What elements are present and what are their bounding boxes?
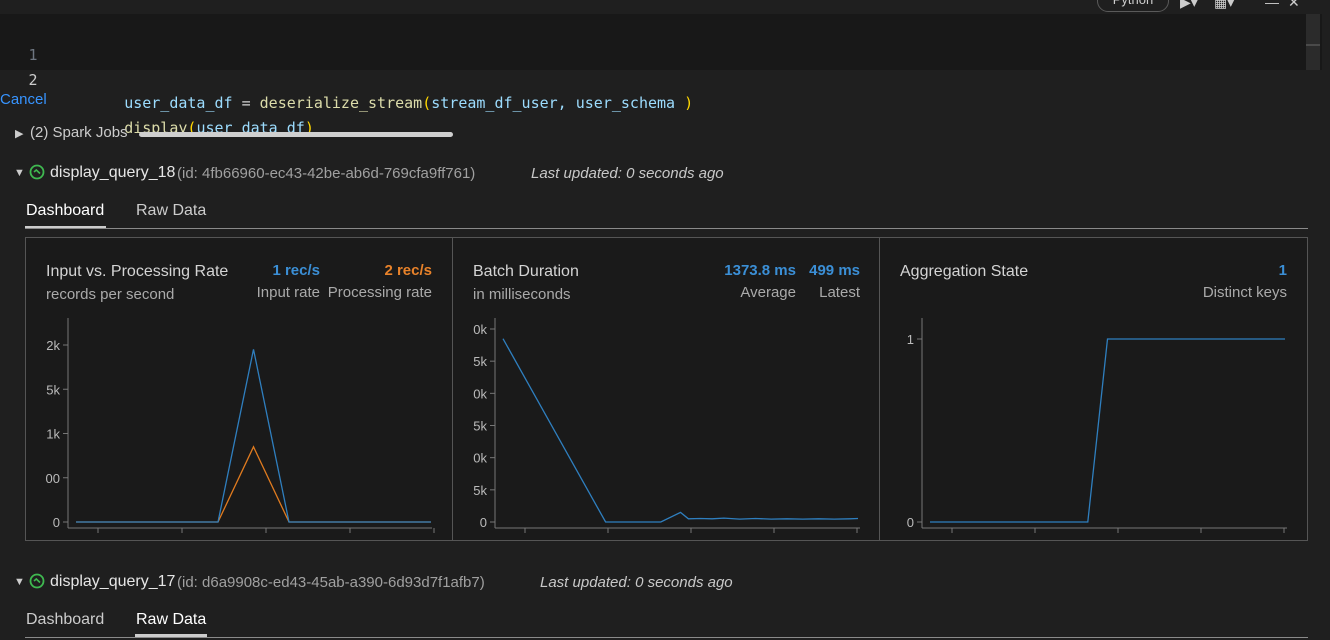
x-tick-label: 15:52 xyxy=(592,539,625,540)
tab-raw-data[interactable]: Raw Data xyxy=(136,202,206,220)
code-line-2[interactable]: 2 display(user_data_df) xyxy=(0,44,1300,137)
x-tick-label: 15:52 xyxy=(1102,539,1135,540)
x-tick-label: 15: xyxy=(1275,539,1293,540)
tab-dashboard[interactable]: Dashboard xyxy=(26,611,104,629)
series-line xyxy=(76,445,431,523)
x-tick-label: 15:52 xyxy=(675,539,708,540)
y-tick-label: 0k xyxy=(473,386,487,401)
x-tick-label: 15:51 xyxy=(936,539,969,540)
x-tick-label: 15: xyxy=(425,539,443,540)
series-line xyxy=(930,338,1285,523)
x-tick-label: 15:51 xyxy=(82,539,115,540)
aggregation-state-chart: 0115:5115:5215:5215:5315:Dec 02 xyxy=(907,318,1293,540)
y-tick-label: 0k xyxy=(473,451,487,466)
query-id: (id: d6a9908c-ed43-45ab-a390-6d93d7f1afb… xyxy=(177,574,485,591)
x-tick-label: 15:52 xyxy=(250,539,283,540)
status-ok-icon xyxy=(29,573,45,589)
line-number: 2 xyxy=(28,71,38,89)
last-updated: Last updated: 0 seconds ago xyxy=(540,574,733,591)
close-icon[interactable]: ✕ xyxy=(1288,0,1300,11)
x-tick-label: 15:52 xyxy=(1019,539,1052,540)
y-tick-label: 00 xyxy=(46,471,60,486)
x-tick-label: 15:53 xyxy=(1185,539,1218,540)
code-token: stream_df_user, user_schema xyxy=(431,94,685,112)
y-tick-label: 0 xyxy=(480,515,487,530)
panel-aggregation-state: Aggregation State 1 Distinct keys 0115:5… xyxy=(879,238,1307,540)
x-tick-label: 15: xyxy=(848,539,866,540)
panel-input-processing-rate: Input vs. Processing Rate records per se… xyxy=(26,238,452,540)
y-tick-label: 1k xyxy=(46,427,60,442)
language-selector[interactable]: Python xyxy=(1097,0,1169,12)
editor-scrollbar[interactable] xyxy=(1306,14,1320,70)
series-line xyxy=(76,349,431,523)
y-tick-label: 1 xyxy=(907,332,914,347)
series-line xyxy=(502,338,859,523)
code-token: ) xyxy=(684,94,694,112)
query-name: display_query_18 xyxy=(50,164,176,181)
query-id: (id: 4fb66960-ec43-42be-ab6d-769cfa9ff76… xyxy=(177,165,476,182)
code-editor[interactable]: 1 user_data_df = deserialize_stream(stre… xyxy=(0,14,1322,137)
last-updated: Last updated: 0 seconds ago xyxy=(531,165,724,182)
dashboard: Input vs. Processing Rate records per se… xyxy=(25,237,1308,541)
y-tick-label: 5k xyxy=(46,382,60,397)
more-icon[interactable]: — xyxy=(1265,0,1279,10)
spark-jobs-progress xyxy=(139,132,453,137)
tab-dashboard[interactable]: Dashboard xyxy=(26,202,104,220)
code-line-1[interactable]: 1 user_data_df = deserialize_stream(stre… xyxy=(0,19,1300,112)
x-tick-label: 15:52 xyxy=(166,539,199,540)
chart-icon[interactable]: ▦▾ xyxy=(1214,0,1234,11)
expand-caret-icon[interactable]: ▶ xyxy=(15,127,23,140)
cancel-link[interactable]: Cancel xyxy=(0,91,47,108)
y-tick-label: 0 xyxy=(907,515,914,530)
y-tick-label: 0k xyxy=(473,322,487,337)
x-tick-label: 15:51 xyxy=(509,539,542,540)
query-name: display_query_17 xyxy=(50,573,176,590)
x-tick-label: 15:53 xyxy=(758,539,791,540)
y-tick-label: 5k xyxy=(473,419,487,434)
y-tick-label: 0 xyxy=(53,515,60,530)
run-icon[interactable]: ▶▾ xyxy=(1180,0,1198,11)
tabs-divider xyxy=(25,637,1308,638)
code-token: ( xyxy=(422,94,432,112)
tab-raw-data[interactable]: Raw Data xyxy=(136,611,206,629)
tabs-divider xyxy=(25,228,1308,229)
status-ok-icon xyxy=(29,164,45,180)
y-tick-label: 2k xyxy=(46,338,60,353)
batch-duration-chart: 05k0k5k0k5k0k15:5115:5215:5215:5315:Dec … xyxy=(473,318,866,540)
y-tick-label: 5k xyxy=(473,354,487,369)
collapse-caret-icon[interactable]: ▼ xyxy=(14,167,25,179)
y-tick-label: 5k xyxy=(473,483,487,498)
x-tick-label: 15:53 xyxy=(334,539,367,540)
input-processing-chart: 0001k5k2k15:5115:5215:5215:5315:Dec 02 xyxy=(46,318,443,540)
spark-jobs-label[interactable]: (2) Spark Jobs xyxy=(30,124,128,141)
collapse-caret-icon[interactable]: ▼ xyxy=(14,576,25,588)
panel-batch-duration: Batch Duration in milliseconds 1373.8 ms… xyxy=(452,238,880,540)
